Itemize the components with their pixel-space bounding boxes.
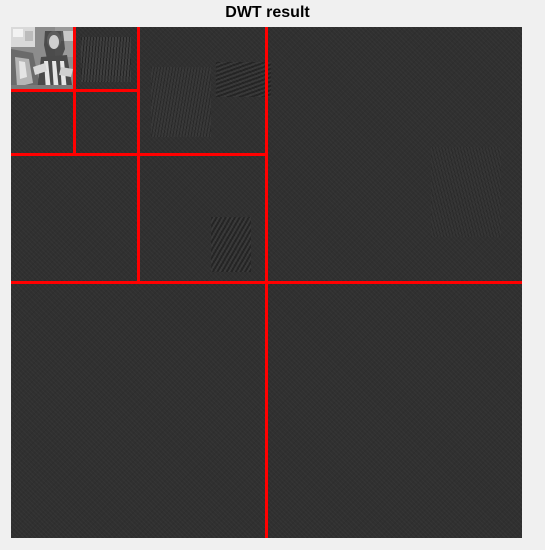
edge-detail-texture bbox=[211, 217, 251, 272]
edge-detail-texture bbox=[81, 37, 131, 82]
figure-title: DWT result bbox=[225, 4, 310, 21]
approximation-photo-icon bbox=[11, 27, 75, 91]
figure-window: { "figure": { "title": "DWT result" }, "… bbox=[0, 0, 545, 550]
subband-level2-vertical bbox=[11, 155, 139, 283]
edge-detail-texture bbox=[151, 67, 211, 137]
subband-level3-vertical bbox=[11, 91, 75, 155]
separator-line-level1-horizontal bbox=[11, 281, 522, 284]
dwt-image-axes bbox=[11, 27, 522, 538]
separator-line-level2-horizontal bbox=[11, 153, 267, 156]
edge-detail-texture bbox=[216, 62, 271, 97]
subband-level1-diagonal bbox=[267, 283, 522, 538]
separator-line-level3-horizontal bbox=[11, 89, 139, 92]
subband-level3-diagonal bbox=[75, 91, 139, 155]
subband-level1-vertical bbox=[11, 283, 267, 538]
edge-detail-texture bbox=[431, 147, 501, 237]
approximation-image bbox=[11, 27, 75, 91]
